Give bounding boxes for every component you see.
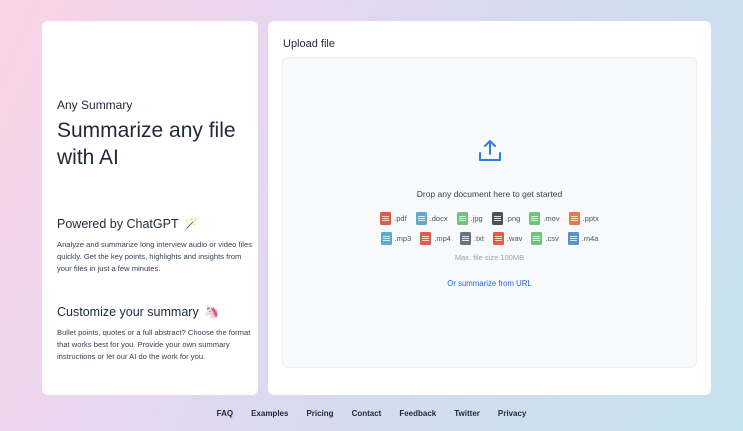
section-powered-body: Analyze and summarize long interview aud… [57,240,253,274]
file-type-label: .docx [429,214,448,223]
footer-link-feedback[interactable]: Feedback [390,409,445,418]
file-docx-icon [415,212,427,225]
file-type-label: .mp3 [394,234,412,243]
drop-instructions: Drop any document here to get started [416,189,563,199]
file-type-m4a: .m4a [567,232,599,245]
footer-nav: FAQ Examples Pricing Contact Feedback Twitter… [0,409,743,418]
file-type-label: .txt [473,234,484,243]
upload-icon [479,140,501,161]
file-type-pptx: .pptx [568,212,599,225]
footer-link-examples[interactable]: Examples [242,409,297,418]
section-customize-title-text: Customize your summary [57,305,199,319]
info-panel: Any Summary Summarize any file with AI P… [42,21,258,395]
file-wav-icon [492,232,504,245]
file-type-label: .m4a [581,234,599,243]
file-mov-icon [529,212,541,225]
file-type-label: .png [505,214,521,223]
unicorn-icon: 🦄 [204,305,220,319]
footer-link-faq[interactable]: FAQ [208,409,242,418]
page-headline: Summarize any file with AI [57,119,236,169]
upload-title: Upload file [283,38,335,50]
file-png-icon [491,212,503,225]
file-types-row-1: .pdf .docx .jpg .png .mov .pptx [283,212,696,225]
file-type-label: .jpg [470,214,483,223]
app-name: Any Summary [57,98,133,112]
file-pdf-icon [380,212,392,225]
file-types-row-2: .mp3 .mp4 .txt .wav .csv .m4a [283,232,696,245]
file-type-png: .png [491,212,521,225]
section-powered-title: Powered by ChatGPT 🪄 [57,217,199,231]
file-type-label: .mp4 [434,234,451,243]
file-type-label: .csv [545,234,559,243]
file-jpg-icon [456,212,468,225]
footer-link-contact[interactable]: Contact [343,409,391,418]
file-type-mp4: .mp4 [420,232,451,245]
file-type-jpg: .jpg [456,212,483,225]
file-csv-icon [531,232,543,245]
section-customize-title: Customize your summary 🦄 [57,305,219,319]
summarize-from-url-link[interactable]: Or summarize from URL [283,279,696,288]
file-mp3-icon [380,232,392,245]
section-powered-title-text: Powered by ChatGPT [57,217,179,231]
file-txt-icon [459,232,471,245]
file-type-label: .mov [543,214,560,223]
file-type-label: .wav [506,234,523,243]
file-type-label: .pptx [582,214,599,223]
magic-wand-icon: 🪄 [183,217,199,231]
file-type-label: .pdf [394,214,407,223]
file-m4a-icon [567,232,579,245]
max-file-size: Max. file size 100MB [454,253,525,262]
file-dropzone[interactable]: Drop any document here to get started .p… [282,57,697,368]
file-type-csv: .csv [531,232,559,245]
file-type-pdf: .pdf [380,212,407,225]
footer-link-privacy[interactable]: Privacy [489,409,535,418]
section-customize-body: Bullet points, quotes or a full abstract… [57,328,251,362]
file-type-txt: .txt [459,232,484,245]
file-mp4-icon [420,232,432,245]
upload-panel: Upload file Drop any document here to ge… [268,21,711,395]
file-pptx-icon [568,212,580,225]
footer-link-twitter[interactable]: Twitter [445,409,489,418]
file-type-mp3: .mp3 [380,232,412,245]
file-type-wav: .wav [492,232,523,245]
footer-link-pricing[interactable]: Pricing [297,409,342,418]
file-type-docx: .docx [415,212,448,225]
file-type-mov: .mov [529,212,560,225]
